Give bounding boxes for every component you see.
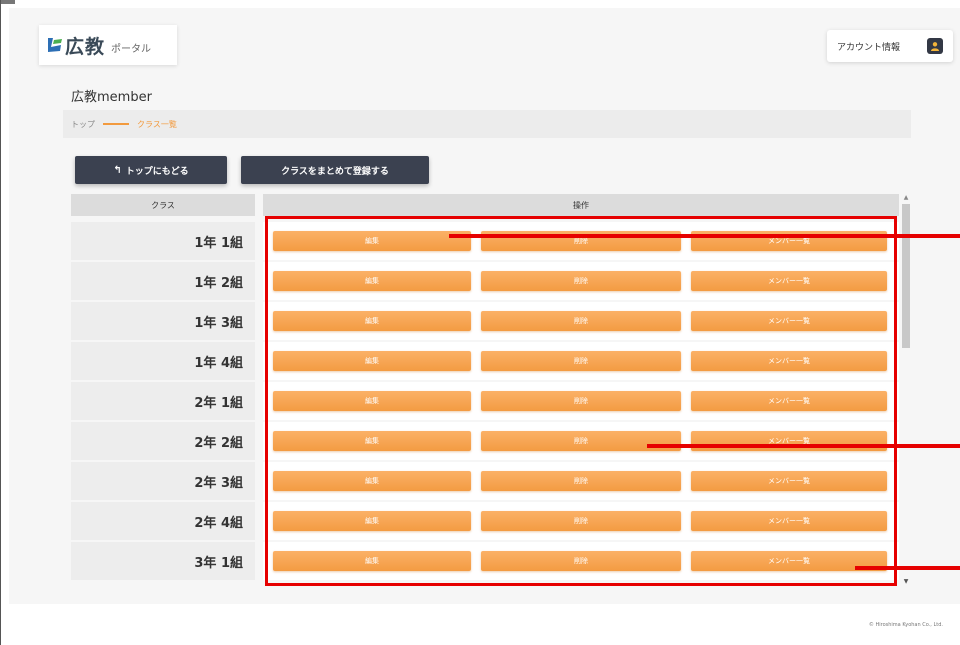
logo-subtitle: ポータル <box>111 43 152 55</box>
logo[interactable]: 広教 ポータル <box>39 25 177 65</box>
class-name: 1年 1組 <box>71 222 255 260</box>
logo-mark-icon <box>47 36 63 54</box>
table-scrollbar[interactable]: ▲ ▼ <box>901 194 911 586</box>
delete-button[interactable]: 削除 <box>481 511 681 531</box>
class-name: 1年 4組 <box>71 342 255 380</box>
table-row: 1年 3組 編集 削除 メンバー一覧 <box>71 302 899 340</box>
class-name: 1年 3組 <box>71 302 255 340</box>
member-list-button[interactable]: メンバー一覧 <box>691 311 887 331</box>
breadcrumb-home-link[interactable]: トップ <box>71 119 95 130</box>
edit-button[interactable]: 編集 <box>273 231 471 251</box>
edit-button[interactable]: 編集 <box>273 551 471 571</box>
table-row: 3年 1組 編集 削除 メンバー一覧 <box>71 542 899 580</box>
table-row: 1年 2組 編集 削除 メンバー一覧 <box>71 262 899 300</box>
delete-button[interactable]: 削除 <box>481 231 681 251</box>
member-list-button[interactable]: メンバー一覧 <box>691 551 887 571</box>
edit-button[interactable]: 編集 <box>273 271 471 291</box>
delete-button[interactable]: 削除 <box>481 431 681 451</box>
class-name: 2年 3組 <box>71 462 255 500</box>
account-info-label: アカウント情報 <box>837 42 901 53</box>
member-list-button[interactable]: メンバー一覧 <box>691 231 887 251</box>
app-frame: 広教 ポータル アカウント情報 広教member トップ クラス一覧 ↰ トップ… <box>0 0 960 645</box>
back-to-top-label: トップにもどる <box>125 166 189 177</box>
delete-button[interactable]: 削除 <box>481 351 681 371</box>
window-notch <box>1 0 15 4</box>
column-header-operations: 操作 <box>263 194 899 216</box>
return-arrow-icon: ↰ <box>113 164 122 176</box>
member-list-button[interactable]: メンバー一覧 <box>691 471 887 491</box>
member-list-button[interactable]: メンバー一覧 <box>691 511 887 531</box>
column-header-class: クラス <box>71 194 255 216</box>
member-list-button[interactable]: メンバー一覧 <box>691 271 887 291</box>
member-list-button[interactable]: メンバー一覧 <box>691 351 887 371</box>
delete-button[interactable]: 削除 <box>481 551 681 571</box>
table-row: 1年 1組 編集 削除 メンバー一覧 <box>71 222 899 260</box>
member-list-button[interactable]: メンバー一覧 <box>691 391 887 411</box>
class-table: クラス 操作 1年 1組 編集 削除 メンバー一覧 1年 2組 編集 削除 メン… <box>71 194 913 586</box>
delete-button[interactable]: 削除 <box>481 471 681 491</box>
edit-button[interactable]: 編集 <box>273 391 471 411</box>
row-actions: 編集 削除 メンバー一覧 <box>263 222 899 260</box>
back-to-top-button[interactable]: ↰ トップにもどる <box>75 156 227 184</box>
edit-button[interactable]: 編集 <box>273 431 471 451</box>
class-name: 2年 4組 <box>71 502 255 540</box>
table-row: 2年 1組 編集 削除 メンバー一覧 <box>71 382 899 420</box>
row-actions: 編集 削除 メンバー一覧 <box>263 262 899 300</box>
class-name: 1年 2組 <box>71 262 255 300</box>
table-row: 1年 4組 編集 削除 メンバー一覧 <box>71 342 899 380</box>
edit-button[interactable]: 編集 <box>273 311 471 331</box>
account-info-button[interactable]: アカウント情報 <box>827 30 953 62</box>
breadcrumb-separator <box>103 123 129 125</box>
page-title: 広教member <box>71 90 152 105</box>
class-name: 2年 2組 <box>71 422 255 460</box>
edit-button[interactable]: 編集 <box>273 471 471 491</box>
class-name: 2年 1組 <box>71 382 255 420</box>
delete-button[interactable]: 削除 <box>481 311 681 331</box>
row-actions: 編集 削除 メンバー一覧 <box>263 342 899 380</box>
scrollbar-thumb[interactable] <box>902 204 910 348</box>
table-row: 2年 2組 編集 削除 メンバー一覧 <box>71 422 899 460</box>
delete-button[interactable]: 削除 <box>481 271 681 291</box>
bulk-register-button[interactable]: クラスをまとめて登録する <box>241 156 429 184</box>
breadcrumb: トップ クラス一覧 <box>63 110 911 138</box>
bulk-register-label: クラスをまとめて登録する <box>281 166 389 177</box>
row-actions: 編集 削除 メンバー一覧 <box>263 462 899 500</box>
row-actions: 編集 削除 メンバー一覧 <box>263 502 899 540</box>
class-name: 3年 1組 <box>71 542 255 580</box>
logo-title: 広教 <box>65 35 106 58</box>
row-actions: 編集 削除 メンバー一覧 <box>263 542 899 580</box>
edit-button[interactable]: 編集 <box>273 511 471 531</box>
member-list-button[interactable]: メンバー一覧 <box>691 431 887 451</box>
breadcrumb-current: クラス一覧 <box>137 119 177 129</box>
delete-button[interactable]: 削除 <box>481 391 681 411</box>
footer: © Hiroshima Kyohan Co., Ltd. <box>9 604 960 645</box>
table-row: 2年 4組 編集 削除 メンバー一覧 <box>71 502 899 540</box>
table-row: 2年 3組 編集 削除 メンバー一覧 <box>71 462 899 500</box>
row-actions: 編集 削除 メンバー一覧 <box>263 382 899 420</box>
scroll-up-arrow-icon[interactable]: ▲ <box>902 194 910 202</box>
user-icon <box>927 38 943 54</box>
scroll-down-arrow-icon[interactable]: ▼ <box>902 578 910 586</box>
copyright-text: © Hiroshima Kyohan Co., Ltd. <box>868 622 943 628</box>
edit-button[interactable]: 編集 <box>273 351 471 371</box>
row-actions: 編集 削除 メンバー一覧 <box>263 302 899 340</box>
row-actions: 編集 削除 メンバー一覧 <box>263 422 899 460</box>
